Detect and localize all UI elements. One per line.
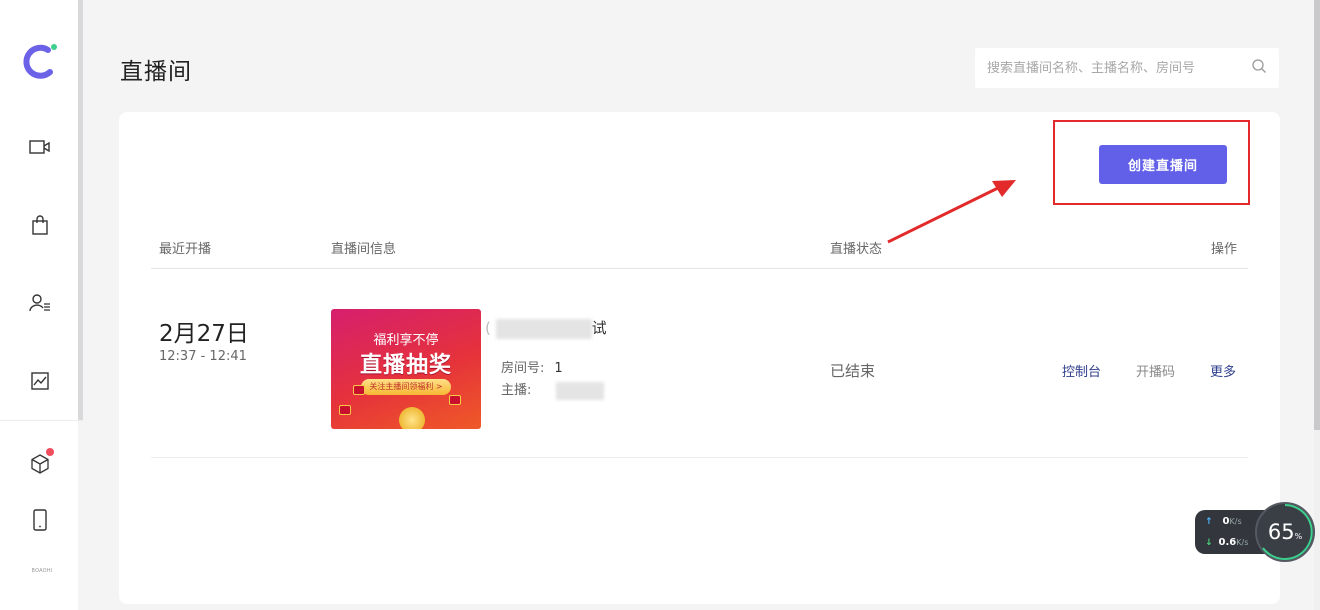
column-header-status: 直播状态 (830, 242, 883, 257)
column-header-recent: 最近开播 (159, 242, 212, 257)
app-logo[interactable] (20, 38, 60, 82)
search-box[interactable] (975, 48, 1279, 88)
thumbnail-line1: 福利享不停 (373, 333, 439, 348)
memory-gauge[interactable]: 65% (1255, 502, 1315, 562)
thumbnail-line2: 直播抽奖 (359, 353, 452, 378)
room-number-label: 房间号: (501, 361, 545, 376)
table-header-divider (151, 268, 1248, 269)
gauge-percent: 65% (1267, 520, 1303, 544)
host: 主播: (501, 379, 604, 400)
cube-icon[interactable] (24, 448, 56, 480)
page-scrollbar-thumb[interactable] (1314, 0, 1320, 430)
room-name[interactable]: ( 试 (485, 317, 607, 339)
user-list-icon[interactable] (24, 287, 56, 319)
more-link[interactable]: 更多 (1210, 361, 1236, 380)
video-camera-icon[interactable] (24, 131, 56, 163)
row-time-range: 12:37 - 12:41 (159, 349, 247, 364)
upload-speed: ↑ 0K/s (1205, 516, 1242, 527)
column-header-ops: 操作 (1211, 242, 1238, 257)
red-envelope-icon (449, 395, 461, 405)
red-envelope-icon (339, 405, 351, 415)
sidebar-scrollbar[interactable] (78, 0, 83, 420)
redacted-room-name (495, 318, 592, 339)
chart-icon[interactable] (24, 365, 56, 397)
shopping-bag-icon[interactable] (24, 209, 56, 241)
row-date: 2月27日 (159, 321, 249, 347)
page-title: 直播间 (120, 59, 192, 85)
thumbnail-tag: 关注主播间领福利 > (361, 379, 451, 395)
status-badge: 已结束 (830, 362, 876, 380)
room-name-suffix: 试 (591, 319, 607, 337)
live-room-thumbnail[interactable]: 福利享不停 直播抽奖 关注主播间领福利 > (331, 309, 481, 429)
search-icon[interactable] (1251, 58, 1267, 78)
phone-icon[interactable] (24, 504, 56, 536)
stream-code-link[interactable]: 开播码 (1136, 361, 1175, 380)
download-speed: ↓ 0.6K/s (1205, 537, 1249, 548)
brand-mini-logo: BOAOHI (31, 568, 53, 574)
search-input[interactable] (987, 60, 1251, 76)
room-number-value: 1 (554, 361, 563, 376)
annotation-highlight-box (1053, 120, 1250, 205)
console-link[interactable]: 控制台 (1062, 361, 1101, 380)
sidebar: BOAOHI (0, 0, 78, 610)
redacted-host-name (555, 381, 604, 400)
table-row-divider (151, 457, 1248, 458)
host-label: 主播: (501, 383, 532, 398)
notification-dot (46, 448, 54, 456)
room-number: 房间号: 1 (501, 357, 563, 376)
column-header-info: 直播间信息 (331, 242, 397, 257)
coin-icon (399, 407, 425, 429)
sidebar-divider (0, 420, 83, 421)
live-room-card: 创建直播间 最近开播 直播间信息 直播状态 操作 2月27日 12:37 - 1… (119, 112, 1280, 604)
red-envelope-icon (353, 385, 365, 395)
